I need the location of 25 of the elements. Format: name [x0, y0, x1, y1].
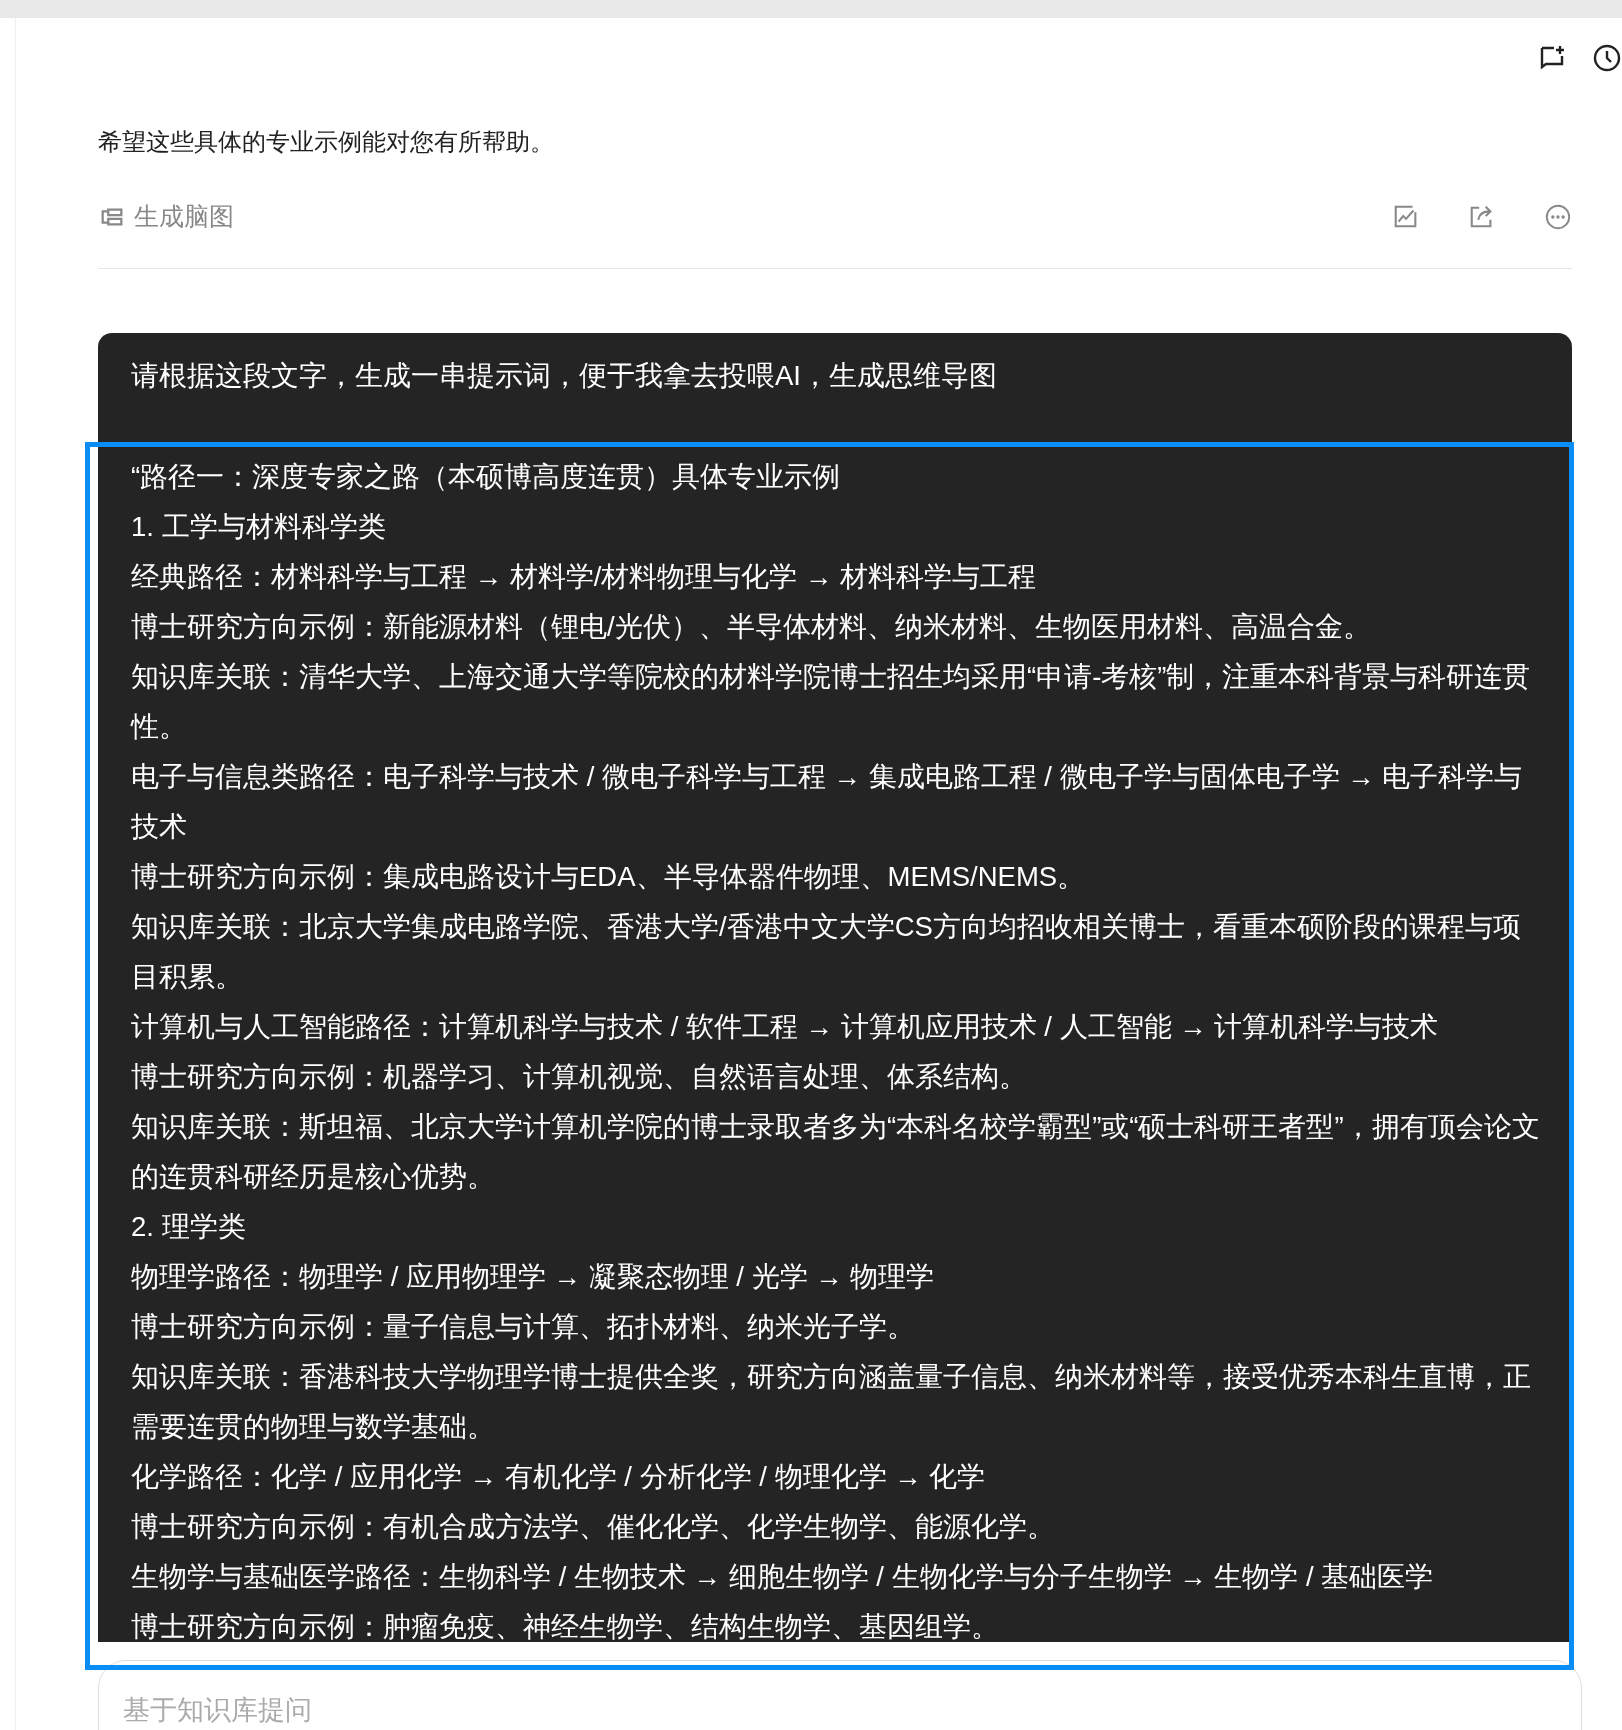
message-line: 博士研究方向示例：有机合成方法学、催化化学、化学生物学、能源化学。 [131, 1510, 1056, 1544]
message-line: 1. 工学与材料科学类 [131, 510, 387, 544]
question-input[interactable]: 基于知识库提问 [98, 1660, 1582, 1730]
message-line: 知识库关联：斯坦福、北京大学计算机学院的博士录取者多为“本科名校学霸型”或“硕士科研王者型”，拥有顶会论文的连贯科研经历是核心优势。 [131, 1110, 1540, 1194]
message-line: 电子与信息类路径：电子科学与技术 / 微电子科学与工程 → 集成电路工程 / 微电子学与固体电子学 → 电子科学与技术 [131, 760, 1524, 844]
message-line: 博士研究方向示例：肿瘤免疫、神经生物学、结构生物学、基因组学。 [131, 1610, 1000, 1642]
message-line: 物理学路径：物理学 / 应用物理学 → 凝聚态物理 / 光学 → 物理学 [131, 1260, 936, 1294]
message-line: 计算机与人工智能路径：计算机科学与技术 / 软件工程 → 计算机应用技术 / 人工智能 → 计算机科学与技术 [131, 1010, 1440, 1044]
message-line: 知识库关联：北京大学集成电路学院、香港大学/香港中文大学CS方向均招收相关博士，看重本硕阶段的课程与项目积累。 [131, 910, 1522, 994]
message-text: 请根据这段文字，生成一串提示词，便于我拿去投喂AI，生成思维导图 [131, 359, 998, 393]
answer-text: 希望这些具体的专业示例能对您有所帮助。 [98, 127, 555, 157]
message-line: 化学路径：化学 / 应用化学 → 有机化学 / 分析化学 / 物理化学 → 化学 [131, 1460, 987, 1494]
more-button[interactable] [1544, 203, 1572, 231]
clock-button[interactable] [1592, 43, 1622, 73]
message-line: 经典路径：材料科学与工程 → 材料学/材料物理与化学 → 材料科学与工程 [131, 560, 1038, 594]
message-line: 博士研究方向示例：机器学习、计算机视觉、自然语言处理、体系结构。 [131, 1060, 1028, 1094]
message-line: 知识库关联：清华大学、上海交通大学等院校的材料学院博士招生均采用“申请-考核”制，注重本科背景与科研连贯性。 [131, 660, 1532, 744]
message-line: 博士研究方向示例：集成电路设计与EDA、半导体器件物理、MEMS/NEMS。 [131, 860, 1087, 894]
message-line: 博士研究方向示例：新能源材料（锂电/光伏）、半导体材料、纳米材料、生物医用材料、高温合金。 [131, 610, 1372, 644]
message-line: 博士研究方向示例：量子信息与计算、拓扑材料、纳米光子学。 [131, 1310, 916, 1344]
message-line: 2. 理学类 [131, 1210, 247, 1244]
message-line: 知识库关联：香港科技大学物理学博士提供全奖，研究方向涵盖量子信息、纳米材料等，接受优秀本科生直博，正需要连贯的物理与数学基础。 [131, 1360, 1532, 1444]
message-line: 生物学与基础医学路径：生物科学 / 生物技术 → 细胞生物学 / 生物化学与分子生物学 → 生物学 / 基础医学 [131, 1560, 1435, 1594]
message-line: “路径一：深度专家之路（本硕博高度连贯）具体专业示例 [131, 460, 842, 494]
mindmap-button[interactable]: 生成脑图 [98, 198, 234, 236]
